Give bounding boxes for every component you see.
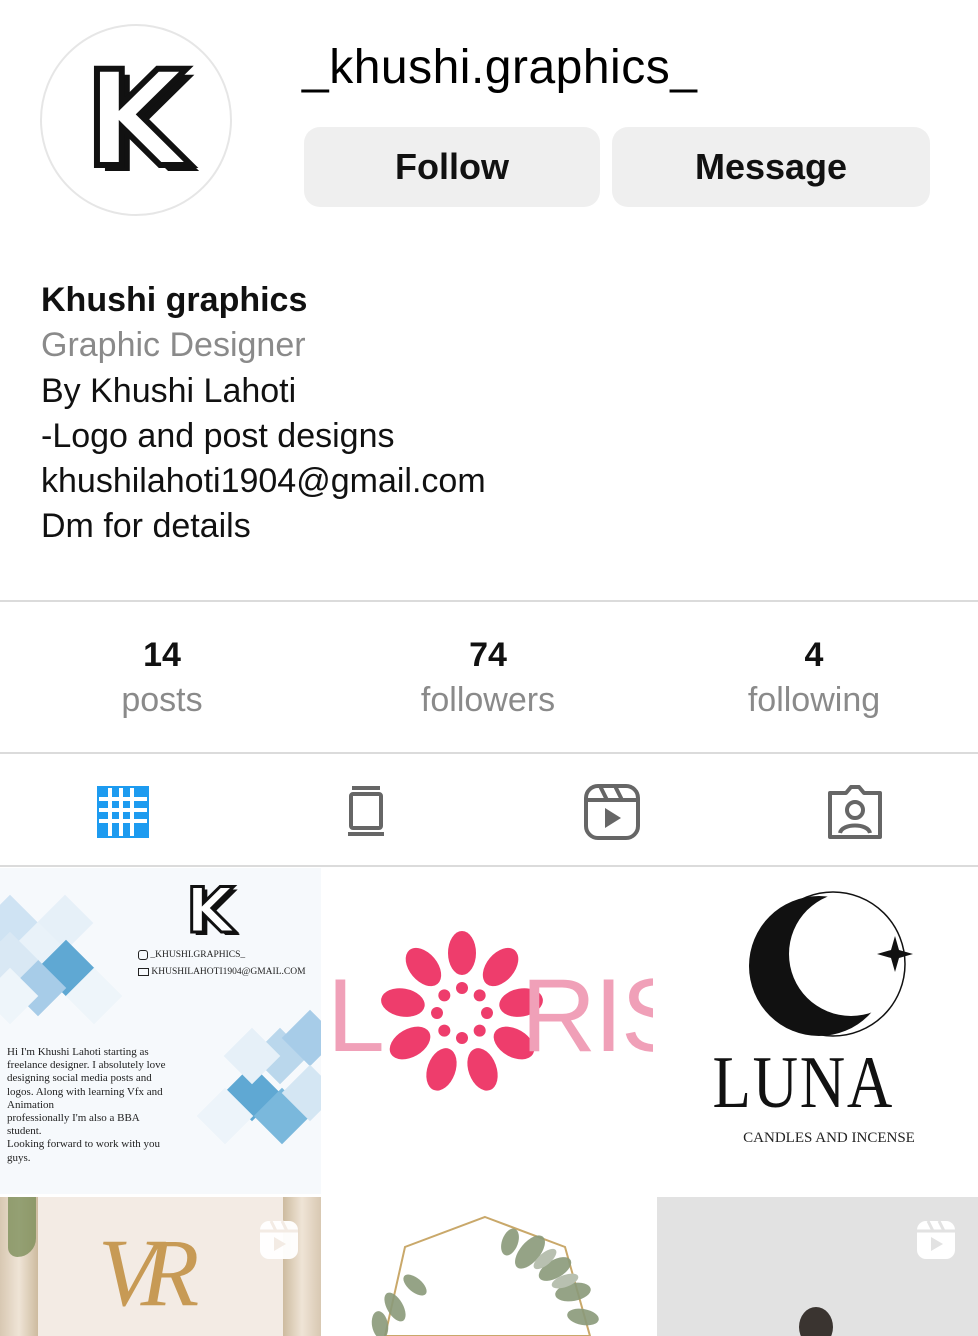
vr-monogram: VR — [98, 1219, 199, 1326]
post-luna[interactable]: LUNA CANDLES AND INCENSE — [657, 868, 978, 1194]
divider — [0, 752, 978, 754]
intro-text-line: logos. Along with learning Vfx and — [7, 1085, 163, 1098]
intro-text-line: guys. — [7, 1151, 31, 1164]
instagram-icon — [138, 950, 148, 960]
stat-following-count: 4 — [804, 636, 824, 674]
avatar-letter: K — [82, 43, 190, 197]
intro-text-line: Animation — [7, 1098, 55, 1111]
profile-category: Graphic Designer — [41, 326, 306, 365]
profile-display-name: Khushi graphics — [41, 281, 308, 319]
luna-title: LUNA — [712, 1042, 894, 1124]
tab-tagged[interactable] — [823, 780, 887, 844]
mail-icon — [138, 967, 149, 976]
intro-logo-letter: K — [184, 874, 235, 947]
intro-text: Hi I'm Khushi Lahoti starting as freelan… — [7, 1046, 166, 1165]
tab-reels[interactable] — [580, 780, 644, 844]
bio-email-link[interactable]: khushilahoti1904@gmail.com — [41, 459, 486, 504]
loris-letters-ris: RIS — [521, 958, 653, 1074]
stat-followers-label: followers — [420, 681, 556, 719]
intro-email-row: KHUSHILAHOTI1904@GMAIL.COM — [138, 967, 306, 977]
post-wreath[interactable] — [325, 1197, 653, 1336]
feed-icon — [348, 786, 384, 836]
post-vr[interactable]: VR — [0, 1197, 321, 1336]
stat-posts[interactable]: 14 posts — [42, 632, 282, 722]
intro-text-line: Hi I'm Khushi Lahoti starting as — [7, 1046, 149, 1058]
person-head — [799, 1307, 833, 1336]
tagged-icon — [828, 785, 882, 839]
post-intro[interactable]: K _KHUSHI.GRAPHICS_ KHUSHILAHOTI1904@GMA… — [0, 868, 321, 1194]
wreath-frame-icon — [371, 1215, 599, 1336]
vr-pillar-right — [283, 1197, 321, 1336]
intro-text-line: designing social media posts and — [7, 1072, 152, 1085]
bio-line: Dm for details — [41, 507, 251, 546]
bio-line: By Khushi Lahoti — [41, 371, 297, 410]
intro-handle-row: _KHUSHI.GRAPHICS_ — [138, 950, 245, 960]
bio-line: -Logo and post designs — [41, 416, 395, 455]
intro-handle: _KHUSHI.GRAPHICS_ — [150, 950, 246, 961]
post-loris[interactable]: L RIS — [325, 868, 653, 1194]
intro-email: KHUSHILAHOTI1904@GMAIL.COM — [151, 967, 306, 977]
profile-bio: Khushi graphics Graphic Designer By Khus… — [41, 278, 486, 550]
divider — [0, 865, 978, 867]
moon-star-logo-icon — [749, 891, 913, 1037]
stat-followers-count: 74 — [469, 636, 507, 674]
intro-text-line: freelance designer. I absolutely love — [7, 1059, 166, 1072]
tab-feed[interactable] — [334, 780, 398, 844]
follow-button[interactable]: Follow — [304, 127, 600, 207]
stat-posts-count: 14 — [143, 636, 181, 674]
stat-following[interactable]: 4 following — [694, 632, 934, 722]
reel-badge-icon — [260, 1220, 298, 1259]
intro-text-line: Looking forward to work with you — [7, 1138, 161, 1151]
stat-posts-label: posts — [121, 681, 203, 719]
tab-posts-grid[interactable] — [91, 780, 155, 844]
intro-text-line: student. — [7, 1125, 42, 1138]
reels-icon — [584, 784, 640, 840]
message-button[interactable]: Message — [612, 127, 930, 207]
profile-avatar[interactable]: K — [40, 24, 232, 216]
stat-following-label: following — [747, 681, 881, 719]
divider — [0, 600, 978, 602]
luna-subtitle: CANDLES AND INCENSE — [743, 1130, 915, 1146]
reel-badge-icon — [917, 1220, 955, 1259]
profile-username: _khushi.graphics_ — [302, 41, 698, 94]
post-reel-gray[interactable] — [657, 1197, 978, 1336]
vr-foliage — [8, 1197, 36, 1257]
stat-followers[interactable]: 74 followers — [368, 632, 608, 722]
intro-text-line: professionally I'm also a BBA — [7, 1112, 140, 1125]
grid-icon — [97, 786, 149, 838]
